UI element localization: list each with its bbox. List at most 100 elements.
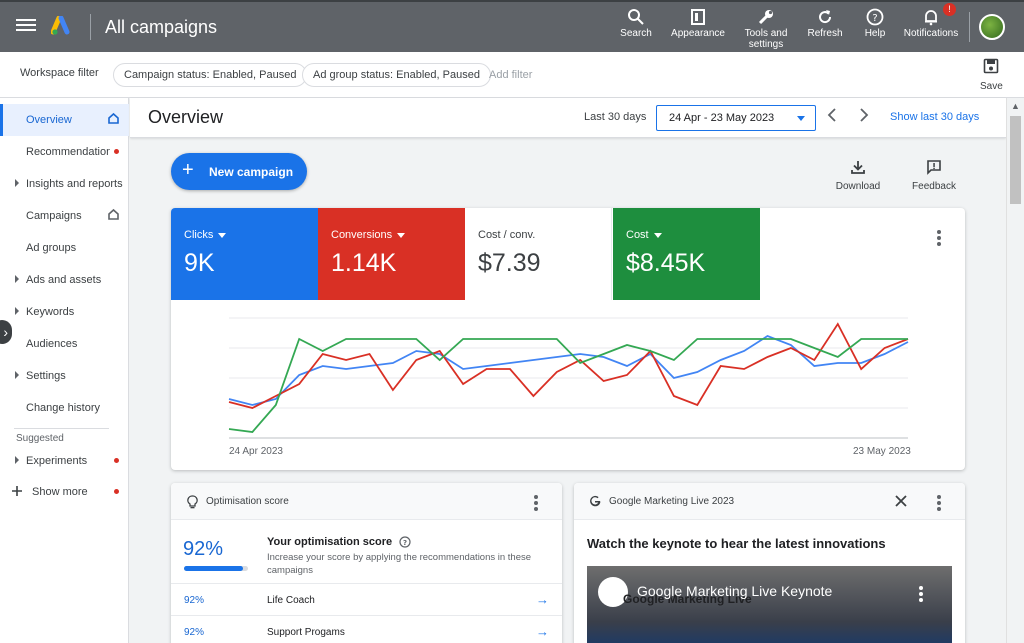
sidebar-item-insights-reports[interactable]: Insights and reports bbox=[0, 168, 129, 200]
save-button[interactable]: Save bbox=[980, 58, 1003, 92]
new-campaign-button[interactable]: + New campaign bbox=[171, 153, 307, 190]
sidebar-item-overview[interactable]: Overview bbox=[0, 104, 129, 136]
x-axis-start-label: 24 Apr 2023 bbox=[229, 446, 283, 457]
metric-cost-per-conv[interactable]: Cost / conv. $7.39 bbox=[465, 208, 612, 300]
alert-dot bbox=[114, 489, 119, 494]
metric-value: $7.39 bbox=[478, 249, 541, 277]
divider bbox=[969, 12, 970, 42]
appearance-button[interactable]: Appearance bbox=[668, 6, 728, 39]
performance-line-chart bbox=[228, 317, 909, 439]
dropdown-arrow-icon bbox=[797, 116, 805, 121]
sidebar-item-ads-assets[interactable]: Ads and assets bbox=[0, 264, 129, 296]
sidebar-item-change-history[interactable]: Change history bbox=[0, 392, 129, 424]
date-range-picker[interactable]: 24 Apr - 23 May 2023 bbox=[656, 105, 816, 131]
svg-text:?: ? bbox=[403, 539, 407, 547]
optimisation-description: Increase your score by applying the reco… bbox=[267, 552, 532, 576]
download-icon bbox=[851, 161, 865, 174]
sidebar-item-label: Settings bbox=[26, 370, 66, 382]
search-icon bbox=[628, 9, 644, 25]
home-icon bbox=[108, 112, 119, 124]
top-app-bar: All campaigns Search Appearance Tools an… bbox=[0, 0, 1024, 52]
sidebar-item-label: Overview bbox=[26, 114, 72, 126]
alert-dot bbox=[114, 149, 119, 154]
progress-fill bbox=[184, 566, 243, 571]
scroll-up-icon[interactable]: ▲ bbox=[1011, 101, 1020, 111]
metric-label: Clicks bbox=[184, 229, 214, 241]
table-row[interactable]: 92% Support Progams → bbox=[171, 615, 562, 643]
dropdown-arrow-icon bbox=[397, 232, 406, 238]
help-icon: ? bbox=[866, 8, 884, 26]
arrow-right-icon[interactable]: → bbox=[536, 624, 549, 639]
keynote-video[interactable]: Google Marketing Live Google Marketing L… bbox=[587, 566, 952, 643]
appearance-icon bbox=[691, 9, 705, 25]
row-score: 92% bbox=[184, 595, 205, 606]
metric-label: Cost / conv. bbox=[478, 229, 536, 241]
alert-dot bbox=[114, 458, 119, 463]
close-icon[interactable] bbox=[895, 495, 907, 507]
more-options-icon[interactable] bbox=[937, 230, 941, 248]
optimisation-heading-text: Your optimisation score bbox=[267, 536, 393, 548]
search-label: Search bbox=[620, 28, 652, 39]
show-last-30-days-link[interactable]: Show last 30 days bbox=[890, 111, 979, 123]
avatar[interactable] bbox=[979, 14, 1005, 40]
main-content: Overview Last 30 days 24 Apr - 23 May 20… bbox=[130, 98, 1006, 643]
search-button[interactable]: Search bbox=[616, 6, 656, 39]
next-period-button[interactable] bbox=[859, 108, 869, 127]
feedback-button[interactable]: Feedback bbox=[906, 156, 962, 192]
expand-caret-icon bbox=[15, 275, 19, 283]
sidebar-item-campaigns[interactable]: Campaigns bbox=[0, 200, 129, 232]
svg-text:?: ? bbox=[872, 13, 877, 24]
help-icon[interactable]: ? bbox=[399, 536, 411, 548]
row-campaign-name: Support Progams bbox=[267, 627, 345, 638]
optimisation-heading: Your optimisation score ? bbox=[267, 536, 411, 548]
tools-label: Tools and settings bbox=[744, 28, 788, 50]
notifications-button[interactable]: Notifications ! bbox=[898, 3, 964, 39]
sidebar-item-recommendations[interactable]: Recommendations bbox=[0, 136, 129, 168]
metric-cost[interactable]: Cost $8.45K bbox=[613, 208, 760, 300]
table-row[interactable]: 92% Life Coach → bbox=[171, 583, 562, 615]
metric-value: $8.45K bbox=[626, 249, 706, 277]
google-g-icon bbox=[590, 495, 601, 507]
more-options-icon[interactable] bbox=[534, 495, 538, 513]
overview-title: Overview bbox=[148, 107, 224, 127]
row-score: 92% bbox=[184, 627, 205, 638]
sidebar-item-label: Ad groups bbox=[26, 242, 77, 254]
video-title: Google Marketing Live Keynote bbox=[637, 583, 833, 599]
card-header: Google Marketing Live 2023 bbox=[574, 483, 965, 520]
plus-icon: + bbox=[182, 159, 194, 181]
sidebar-item-ad-groups[interactable]: Ad groups bbox=[0, 232, 129, 264]
sidebar-item-settings[interactable]: Settings bbox=[0, 360, 129, 392]
sidebar-item-label: Audiences bbox=[26, 338, 78, 350]
add-filter-button[interactable]: Add filter bbox=[489, 69, 532, 81]
arrow-right-icon[interactable]: → bbox=[536, 592, 549, 607]
menu-icon[interactable] bbox=[16, 16, 36, 36]
overview-header: Overview Last 30 days 24 Apr - 23 May 20… bbox=[130, 98, 1006, 138]
divider bbox=[14, 428, 109, 429]
chevron-left-icon bbox=[827, 108, 836, 122]
sidebar-item-audiences[interactable]: Audiences bbox=[0, 328, 129, 360]
metric-value: 9K bbox=[184, 249, 215, 277]
plus-icon bbox=[12, 486, 22, 496]
notification-badge: ! bbox=[943, 3, 956, 16]
page-scrollbar[interactable]: ▲ bbox=[1006, 98, 1024, 643]
ad-group-status-chip[interactable]: Ad group status: Enabled, Paused bbox=[302, 63, 491, 87]
campaign-status-chip[interactable]: Campaign status: Enabled, Paused bbox=[113, 63, 308, 87]
sidebar-item-experiments[interactable]: Experiments bbox=[0, 445, 129, 477]
more-options-icon[interactable] bbox=[937, 495, 941, 513]
date-range-value: 24 Apr - 23 May 2023 bbox=[669, 112, 775, 124]
sidebar-item-keywords[interactable]: Keywords bbox=[0, 296, 129, 328]
new-campaign-label: New campaign bbox=[209, 165, 294, 179]
video-more-options-icon[interactable] bbox=[919, 586, 923, 604]
page-title: All campaigns bbox=[105, 17, 218, 37]
scrollbar-thumb[interactable] bbox=[1010, 116, 1021, 204]
download-button[interactable]: Download bbox=[830, 156, 886, 192]
help-button[interactable]: ? Help bbox=[858, 6, 892, 39]
metric-conversions[interactable]: Conversions 1.14K bbox=[318, 208, 465, 300]
series-line-cost bbox=[228, 337, 908, 433]
previous-period-button[interactable] bbox=[827, 108, 837, 127]
sidebar-show-more[interactable]: Show more bbox=[0, 476, 129, 508]
metric-clicks[interactable]: Clicks 9K bbox=[171, 208, 318, 300]
tools-settings-button[interactable]: Tools and settings bbox=[738, 6, 794, 50]
refresh-button[interactable]: Refresh bbox=[804, 6, 846, 39]
workspace-filter-bar: Workspace filter Campaign status: Enable… bbox=[0, 52, 1024, 98]
